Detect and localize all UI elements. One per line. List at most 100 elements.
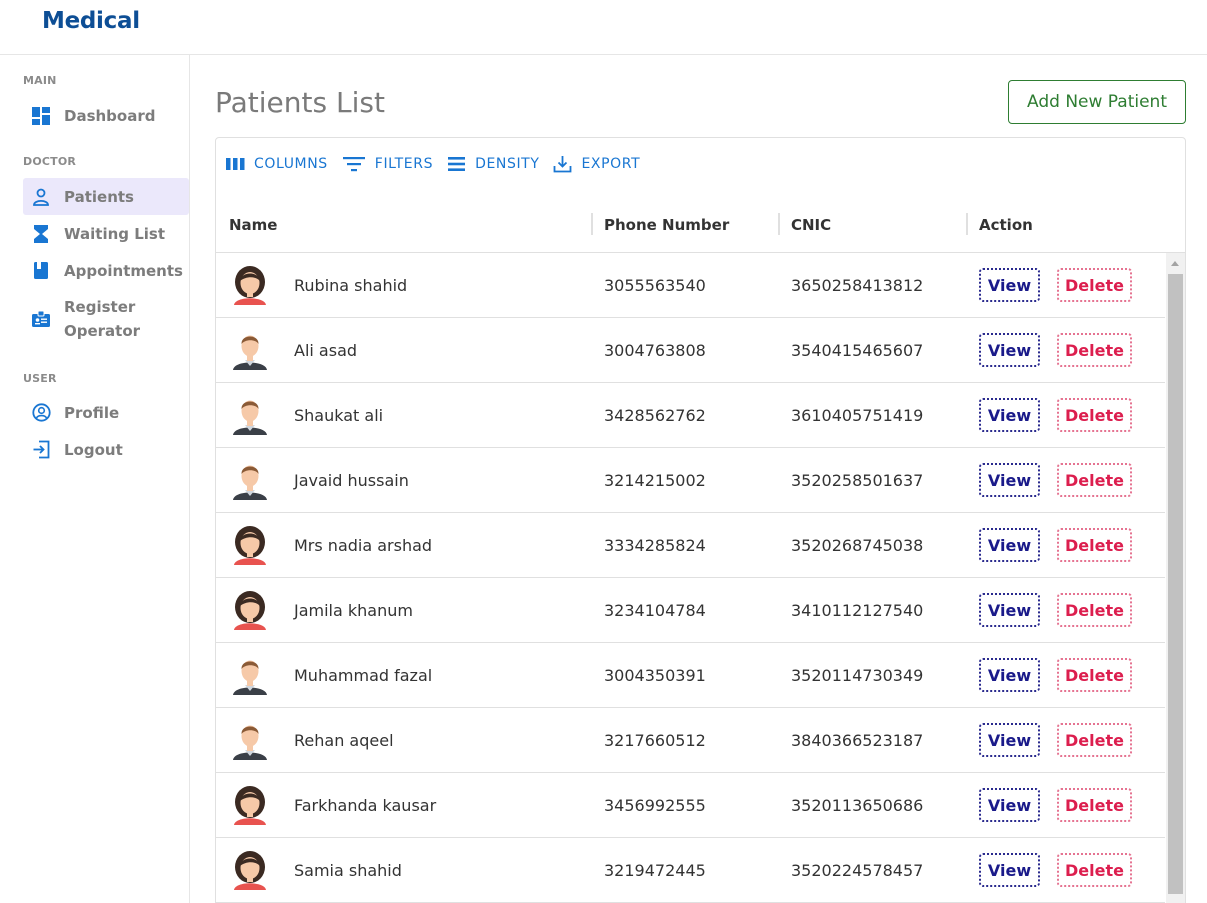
table-row[interactable]: Javaid hussain 3214215002 3520258501637 … [216, 448, 1165, 513]
scroll-up-arrow-icon[interactable] [1171, 261, 1179, 266]
table-row[interactable]: Farkhanda kausar 3456992555 352011365068… [216, 773, 1165, 838]
male-avatar-icon [233, 335, 267, 370]
patient-phone: 3055563540 [604, 275, 706, 295]
sidebar-section-main: MAIN [23, 74, 57, 87]
filters-button[interactable]: FILTERS [342, 156, 433, 172]
sidebar-item-logout[interactable]: Logout [23, 431, 189, 468]
female-avatar-icon [234, 851, 266, 890]
patient-phone: 3234104784 [604, 600, 706, 620]
sidebar: MAIN Dashboard DOCTOR Patients Waiting L… [0, 55, 190, 903]
dashboard-icon [31, 106, 51, 126]
density-label: DENSITY [475, 156, 540, 172]
columns-icon [226, 158, 245, 170]
filter-icon [342, 157, 365, 172]
sidebar-section-user: USER [23, 372, 57, 385]
view-button[interactable]: View [979, 853, 1040, 887]
male-avatar-icon [233, 400, 267, 435]
view-button[interactable]: View [979, 658, 1040, 692]
export-label: EXPORT [581, 156, 641, 172]
patient-phone: 3217660512 [604, 730, 706, 750]
app-logo-title[interactable]: Medical [42, 8, 140, 34]
patient-cnic: 3650258413812 [791, 275, 924, 295]
female-avatar-icon [234, 786, 266, 825]
table-row[interactable]: Ali asad 3004763808 3540415465607 View D… [216, 318, 1165, 383]
delete-button[interactable]: Delete [1057, 398, 1132, 432]
table-row[interactable]: Muhammad fazal 3004350391 3520114730349 … [216, 643, 1165, 708]
sidebar-item-label: Profile [64, 403, 120, 422]
table-row[interactable]: Shaukat ali 3428562762 3610405751419 Vie… [216, 383, 1165, 448]
female-avatar-icon [234, 526, 266, 565]
sidebar-item-patients[interactable]: Patients [23, 178, 189, 215]
patient-cnic: 3520224578457 [791, 860, 924, 880]
column-header-action[interactable]: Action [979, 196, 1033, 253]
export-button[interactable]: EXPORT [553, 155, 640, 173]
column-separator[interactable] [591, 213, 593, 235]
view-button[interactable]: View [979, 788, 1040, 822]
view-button[interactable]: View [979, 528, 1040, 562]
delete-button[interactable]: Delete [1057, 268, 1132, 302]
view-button[interactable]: View [979, 723, 1040, 757]
patient-name: Jamila khanum [294, 600, 413, 620]
table-row[interactable]: Mrs nadia arshad 3334285824 352026874503… [216, 513, 1165, 578]
table-row[interactable]: Jamila khanum 3234104784 3410112127540 V… [216, 578, 1165, 643]
delete-button[interactable]: Delete [1057, 333, 1132, 367]
download-icon [554, 156, 572, 173]
patient-phone: 3428562762 [604, 405, 706, 425]
table-row[interactable]: Rubina shahid 3055563540 3650258413812 V… [216, 253, 1165, 318]
delete-button[interactable]: Delete [1057, 463, 1132, 497]
column-header-name[interactable]: Name [229, 196, 277, 253]
book-icon [31, 261, 51, 281]
sidebar-item-appointments[interactable]: Appointments [23, 252, 189, 289]
sidebar-section-doctor: DOCTOR [23, 155, 77, 168]
person-icon [31, 187, 51, 207]
patient-name: Muhammad fazal [294, 665, 433, 685]
table-row[interactable]: Samia shahid 3219472445 3520224578457 Vi… [216, 838, 1165, 903]
patient-phone: 3456992555 [604, 795, 706, 815]
vertical-scrollbar[interactable] [1166, 253, 1185, 903]
sidebar-item-dashboard[interactable]: Dashboard [23, 97, 189, 134]
column-header-cnic[interactable]: CNIC [791, 196, 831, 253]
patient-phone: 3004763808 [604, 340, 706, 360]
patient-cnic: 3520258501637 [791, 470, 924, 490]
delete-button[interactable]: Delete [1057, 593, 1132, 627]
patient-cnic: 3410112127540 [791, 600, 924, 620]
view-button[interactable]: View [979, 333, 1040, 367]
sidebar-item-register-operator[interactable]: Register Operator [23, 292, 189, 346]
delete-button[interactable]: Delete [1057, 723, 1132, 757]
view-button[interactable]: View [979, 398, 1040, 432]
patient-phone: 3214215002 [604, 470, 706, 490]
sidebar-item-waiting-list[interactable]: Waiting List [23, 215, 189, 252]
sidebar-item-profile[interactable]: Profile [23, 394, 189, 431]
patient-name: Rehan aqeel [294, 730, 394, 750]
account-circle-icon [31, 403, 51, 423]
sidebar-item-label: Dashboard [64, 106, 156, 125]
delete-button[interactable]: Delete [1057, 788, 1132, 822]
density-icon [448, 157, 466, 171]
view-button[interactable]: View [979, 268, 1040, 302]
sidebar-item-label: Waiting List [64, 224, 166, 243]
view-button[interactable]: View [979, 463, 1040, 497]
column-separator[interactable] [778, 213, 780, 235]
view-button[interactable]: View [979, 593, 1040, 627]
delete-button[interactable]: Delete [1057, 528, 1132, 562]
patient-name: Mrs nadia arshad [294, 535, 433, 555]
male-avatar-icon [233, 465, 267, 500]
patient-phone: 3334285824 [604, 535, 706, 555]
density-button[interactable]: DENSITY [447, 156, 539, 172]
sidebar-item-label: Logout [64, 440, 123, 459]
patient-cnic: 3520114730349 [791, 665, 924, 685]
scrollbar-thumb[interactable] [1168, 274, 1183, 894]
add-new-patient-button[interactable]: Add New Patient [1008, 80, 1186, 124]
column-separator[interactable] [966, 213, 968, 235]
delete-button[interactable]: Delete [1057, 853, 1132, 887]
table-row[interactable]: Rehan aqeel 3217660512 3840366523187 Vie… [216, 708, 1165, 773]
patient-cnic: 3520268745038 [791, 535, 924, 555]
patient-name: Samia shahid [294, 860, 402, 880]
patient-cnic: 3840366523187 [791, 730, 924, 750]
delete-button[interactable]: Delete [1057, 658, 1132, 692]
patient-cnic: 3520113650686 [791, 795, 924, 815]
sidebar-item-label: Appointments [64, 261, 183, 280]
columns-button[interactable]: COLUMNS [226, 156, 328, 172]
column-header-phone[interactable]: Phone Number [604, 196, 729, 253]
hourglass-icon [31, 224, 51, 244]
